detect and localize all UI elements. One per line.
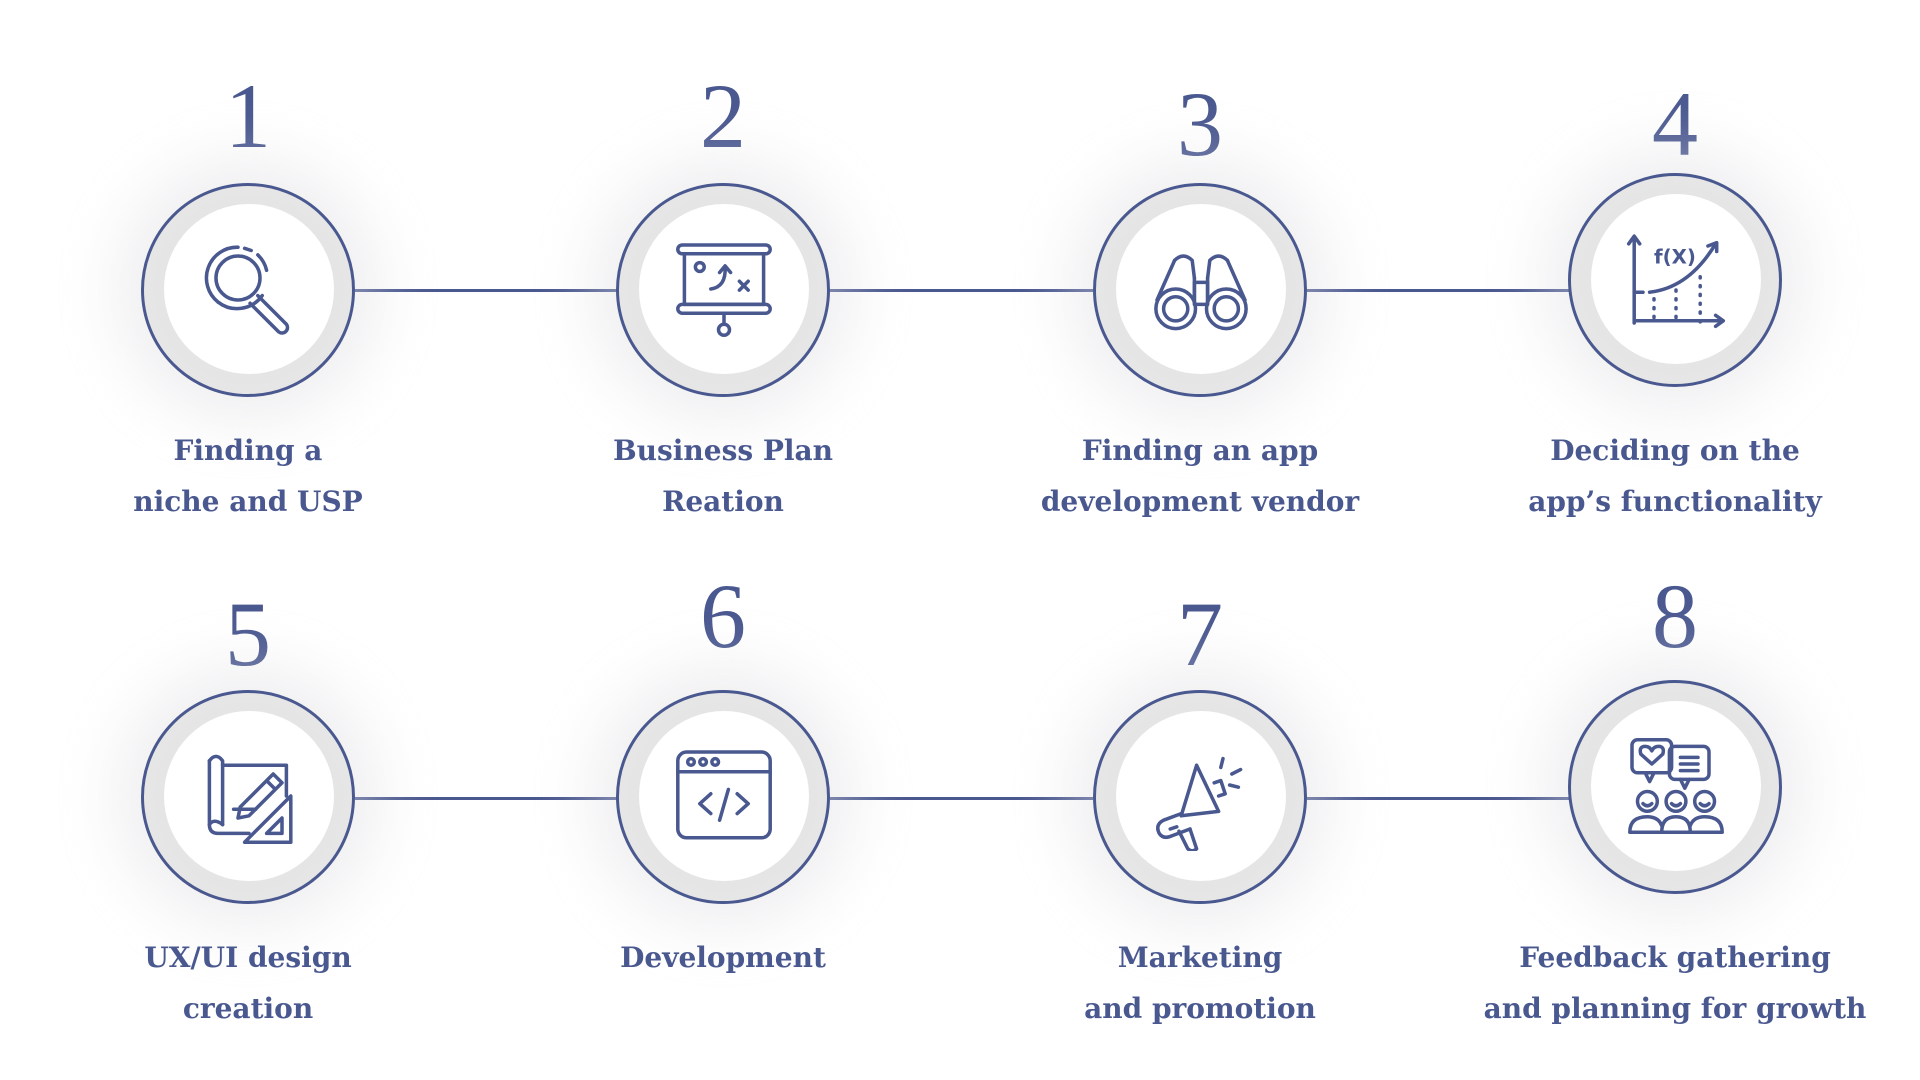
step-1: 1 Finding a niche and USP [28, 0, 468, 540]
step-number: 8 [1652, 565, 1698, 667]
step-circle-inner [164, 711, 334, 881]
step-circle [141, 183, 355, 397]
step-number: 6 [700, 565, 746, 667]
fx-text: f(X) [1654, 246, 1696, 269]
step-label-line1: Deciding on the [1550, 434, 1800, 467]
step-circle: f(X) [1568, 173, 1782, 387]
step-label-line1: Feedback gathering [1519, 941, 1831, 974]
presentation-board-icon [676, 243, 772, 337]
step-3: 3 Finding an app development vendor [980, 0, 1420, 540]
step-circle-inner [164, 204, 334, 374]
step-label-line1: Finding an app [1081, 434, 1319, 467]
function-graph-icon: f(X) [1626, 234, 1726, 329]
step-label-line2: and planning for growth [1483, 992, 1867, 1025]
step-label-line2: creation [182, 992, 314, 1025]
step-number: 2 [700, 65, 746, 167]
step-label-line1: Marketing [1117, 941, 1283, 974]
step-label: Feedback gathering and planning for grow… [1455, 932, 1895, 1034]
step-label: Development [503, 932, 943, 983]
step-number: 7 [1177, 583, 1223, 685]
step-circle-inner: f(X) [1591, 194, 1761, 364]
step-circle-inner [639, 711, 809, 881]
step-8: 8 Feedback gathering and planning for gr… [1455, 510, 1895, 1070]
step-label: Marketing and promotion [980, 932, 1420, 1034]
design-blueprint-icon [207, 754, 293, 844]
step-circle [1093, 183, 1307, 397]
step-circle [1568, 680, 1782, 894]
step-7: 7 Marketing and promotion [980, 510, 1420, 1070]
step-number: 5 [225, 583, 271, 685]
step-circle-inner [1116, 711, 1286, 881]
step-circle [141, 690, 355, 904]
feedback-group-icon [1628, 738, 1724, 834]
step-2: 2 Business Plan Reation [503, 0, 943, 540]
step-number: 3 [1177, 73, 1223, 175]
binoculars-icon [1154, 254, 1248, 331]
step-circle-inner [639, 204, 809, 374]
step-circle-inner [1591, 701, 1761, 871]
step-label-line1: UX/UI design [144, 941, 352, 974]
step-label-line2: and promotion [1084, 992, 1316, 1025]
step-circle-inner [1116, 204, 1286, 374]
step-circle [616, 183, 830, 397]
megaphone-icon [1155, 756, 1243, 851]
step-circle [1093, 690, 1307, 904]
step-circle [616, 690, 830, 904]
step-6: 6 Development [503, 510, 943, 1070]
step-5: 5 UX/UI design creation [28, 510, 468, 1070]
magnifier-icon [204, 245, 290, 335]
step-label-line1: Business Plan [612, 434, 834, 467]
step-4: 4 f(X) Deciding on the app’s functionali… [1455, 0, 1895, 540]
step-label-line1: Finding a [173, 434, 323, 467]
step-number: 1 [225, 65, 271, 167]
code-window-icon [676, 750, 772, 840]
step-number: 4 [1652, 73, 1698, 175]
step-label: UX/UI design creation [28, 932, 468, 1034]
step-label-line1: Development [620, 941, 826, 974]
